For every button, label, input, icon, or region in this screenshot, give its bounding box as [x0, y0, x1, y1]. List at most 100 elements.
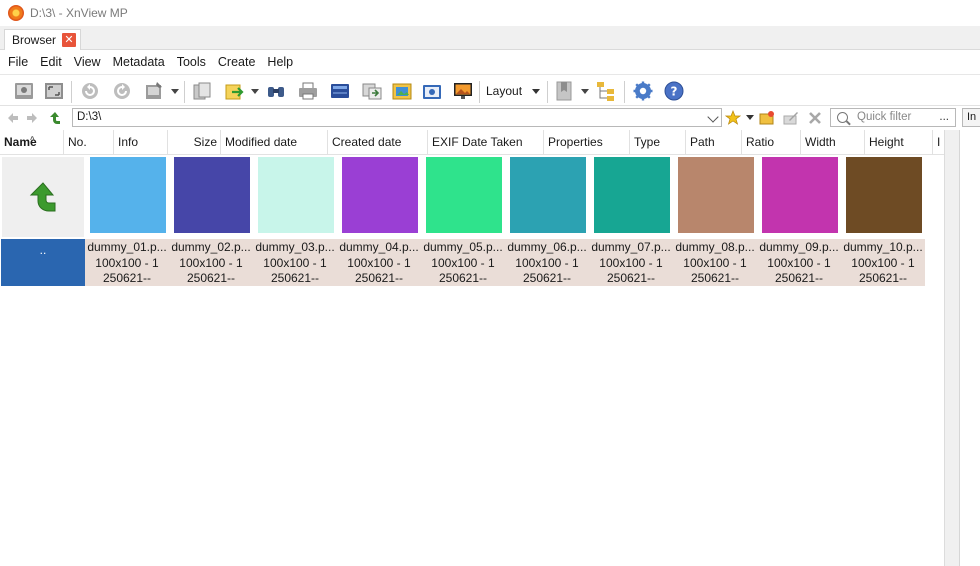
file-item[interactable]: dummy_03.p... 100x100 - 1 250621-- [253, 155, 337, 286]
column-path[interactable]: Path [686, 130, 742, 155]
menu-tools[interactable]: Tools [171, 55, 212, 69]
rotate-left-icon[interactable] [78, 79, 102, 103]
file-dimensions: 100x100 - 1 [95, 255, 159, 270]
bookmark-icon[interactable] [552, 79, 576, 103]
file-item[interactable]: dummy_01.p... 100x100 - 1 250621-- [85, 155, 169, 286]
file-thumbnail [342, 157, 418, 233]
column-ratio[interactable]: Ratio [742, 130, 801, 155]
tab-browser[interactable]: Browser ✕ [4, 29, 82, 50]
convert-icon[interactable] [360, 79, 384, 103]
file-date: 250621-- [354, 271, 404, 285]
print-icon[interactable] [296, 79, 320, 103]
rename-icon[interactable] [782, 109, 800, 127]
file-dimensions: 100x100 - 1 [431, 255, 495, 270]
parent-folder-item[interactable]: .. [1, 155, 85, 286]
column-extra[interactable]: I [933, 130, 944, 155]
file-date: 250621-- [270, 271, 320, 285]
column-modified-date[interactable]: Modified date [221, 130, 328, 155]
menu-metadata[interactable]: Metadata [107, 55, 171, 69]
help-icon[interactable]: ? [662, 79, 686, 103]
file-dimensions: 100x100 - 1 [683, 255, 747, 270]
svg-text:?: ? [671, 85, 678, 99]
tag-icon[interactable] [142, 79, 166, 103]
file-dimensions: 100x100 - 1 [515, 255, 579, 270]
file-date: 250621-- [690, 271, 740, 285]
file-thumbnail [846, 157, 922, 233]
quick-filter-input[interactable]: Quick filter ... [830, 108, 956, 127]
file-dimensions: 100x100 - 1 [767, 255, 831, 270]
file-dimensions: 100x100 - 1 [347, 255, 411, 270]
column-no[interactable]: No. [64, 130, 114, 155]
address-row: D:\3\ Quick filter ... In [0, 107, 980, 129]
sort-ascending-icon: ^ [30, 135, 35, 144]
menu-edit[interactable]: Edit [34, 55, 68, 69]
info-pane-tab[interactable]: In [962, 108, 980, 127]
wallpaper-icon[interactable] [451, 79, 475, 103]
menu-file[interactable]: File [2, 55, 34, 69]
file-caption: dummy_09.p... 100x100 - 1 250621-- [757, 239, 841, 286]
column-height[interactable]: Height [865, 130, 933, 155]
column-info[interactable]: Info [114, 130, 168, 155]
slideshow-icon[interactable] [420, 79, 444, 103]
new-folder-icon[interactable] [758, 109, 776, 127]
xnview-logo-icon [8, 5, 24, 21]
delete-icon[interactable] [806, 109, 824, 127]
file-caption: dummy_04.p... 100x100 - 1 250621-- [337, 239, 421, 286]
settings-icon[interactable] [631, 79, 655, 103]
file-item[interactable]: dummy_02.p... 100x100 - 1 250621-- [169, 155, 253, 286]
find-icon[interactable] [264, 79, 288, 103]
column-header: ^ Name No. Info Size Modified date Creat… [0, 130, 944, 155]
batch-icon[interactable] [390, 79, 414, 103]
file-date: 250621-- [438, 271, 488, 285]
view-icon[interactable] [12, 79, 36, 103]
vertical-scrollbar[interactable] [944, 130, 959, 566]
file-item[interactable]: dummy_06.p... 100x100 - 1 250621-- [505, 155, 589, 286]
column-created-date[interactable]: Created date [328, 130, 428, 155]
file-item[interactable]: dummy_04.p... 100x100 - 1 250621-- [337, 155, 421, 286]
file-date: 250621-- [858, 271, 908, 285]
chevron-down-icon [532, 88, 541, 94]
file-dimensions: 100x100 - 1 [599, 255, 663, 270]
back-arrow-icon[interactable] [4, 110, 20, 126]
file-date: 250621-- [606, 271, 656, 285]
quick-filter-options-button[interactable]: ... [939, 109, 949, 126]
file-caption: dummy_08.p... 100x100 - 1 250621-- [673, 239, 757, 286]
thumbnail-grid: .. dummy_01.p... 100x100 - 1 250621-- dummy… [0, 155, 944, 566]
column-width[interactable]: Width [801, 130, 865, 155]
column-name[interactable]: ^ Name [0, 130, 64, 155]
layout-button[interactable]: Layout [486, 81, 541, 101]
tree-icon[interactable] [594, 79, 618, 103]
parent-folder-icon[interactable] [47, 110, 63, 126]
search-icon [837, 112, 848, 123]
file-date: 250621-- [522, 271, 572, 285]
rotate-right-icon[interactable] [110, 79, 134, 103]
copy-icon[interactable] [190, 79, 214, 103]
close-icon[interactable]: ✕ [62, 33, 77, 47]
file-item[interactable]: dummy_10.p... 100x100 - 1 250621-- [841, 155, 925, 286]
path-input[interactable]: D:\3\ [72, 108, 722, 127]
file-thumbnail [510, 157, 586, 233]
fullscreen-icon[interactable] [42, 79, 66, 103]
menu-help[interactable]: Help [261, 55, 299, 69]
file-item[interactable]: dummy_07.p... 100x100 - 1 250621-- [589, 155, 673, 286]
column-properties[interactable]: Properties [544, 130, 630, 155]
favorite-star-icon[interactable] [724, 109, 742, 127]
menu-create[interactable]: Create [212, 55, 262, 69]
window-title: D:\3\ - XnView MP [30, 6, 128, 20]
file-dimensions: 100x100 - 1 [263, 255, 327, 270]
file-item[interactable]: dummy_05.p... 100x100 - 1 250621-- [421, 155, 505, 286]
chevron-down-icon[interactable] [707, 111, 719, 123]
menu-view[interactable]: View [68, 55, 107, 69]
column-exif-date-taken[interactable]: EXIF Date Taken [428, 130, 544, 155]
file-item[interactable]: dummy_08.p... 100x100 - 1 250621-- [673, 155, 757, 286]
parent-folder-label: .. [1, 239, 85, 286]
file-item[interactable]: dummy_09.p... 100x100 - 1 250621-- [757, 155, 841, 286]
column-type[interactable]: Type [630, 130, 686, 155]
file-name: dummy_05.p... [423, 240, 503, 254]
move-icon[interactable] [222, 79, 246, 103]
column-size[interactable]: Size [168, 130, 221, 155]
info-pane [959, 130, 980, 566]
scan-icon[interactable] [328, 79, 352, 103]
tab-strip: Browser ✕ [0, 26, 980, 50]
forward-arrow-icon[interactable] [25, 110, 41, 126]
